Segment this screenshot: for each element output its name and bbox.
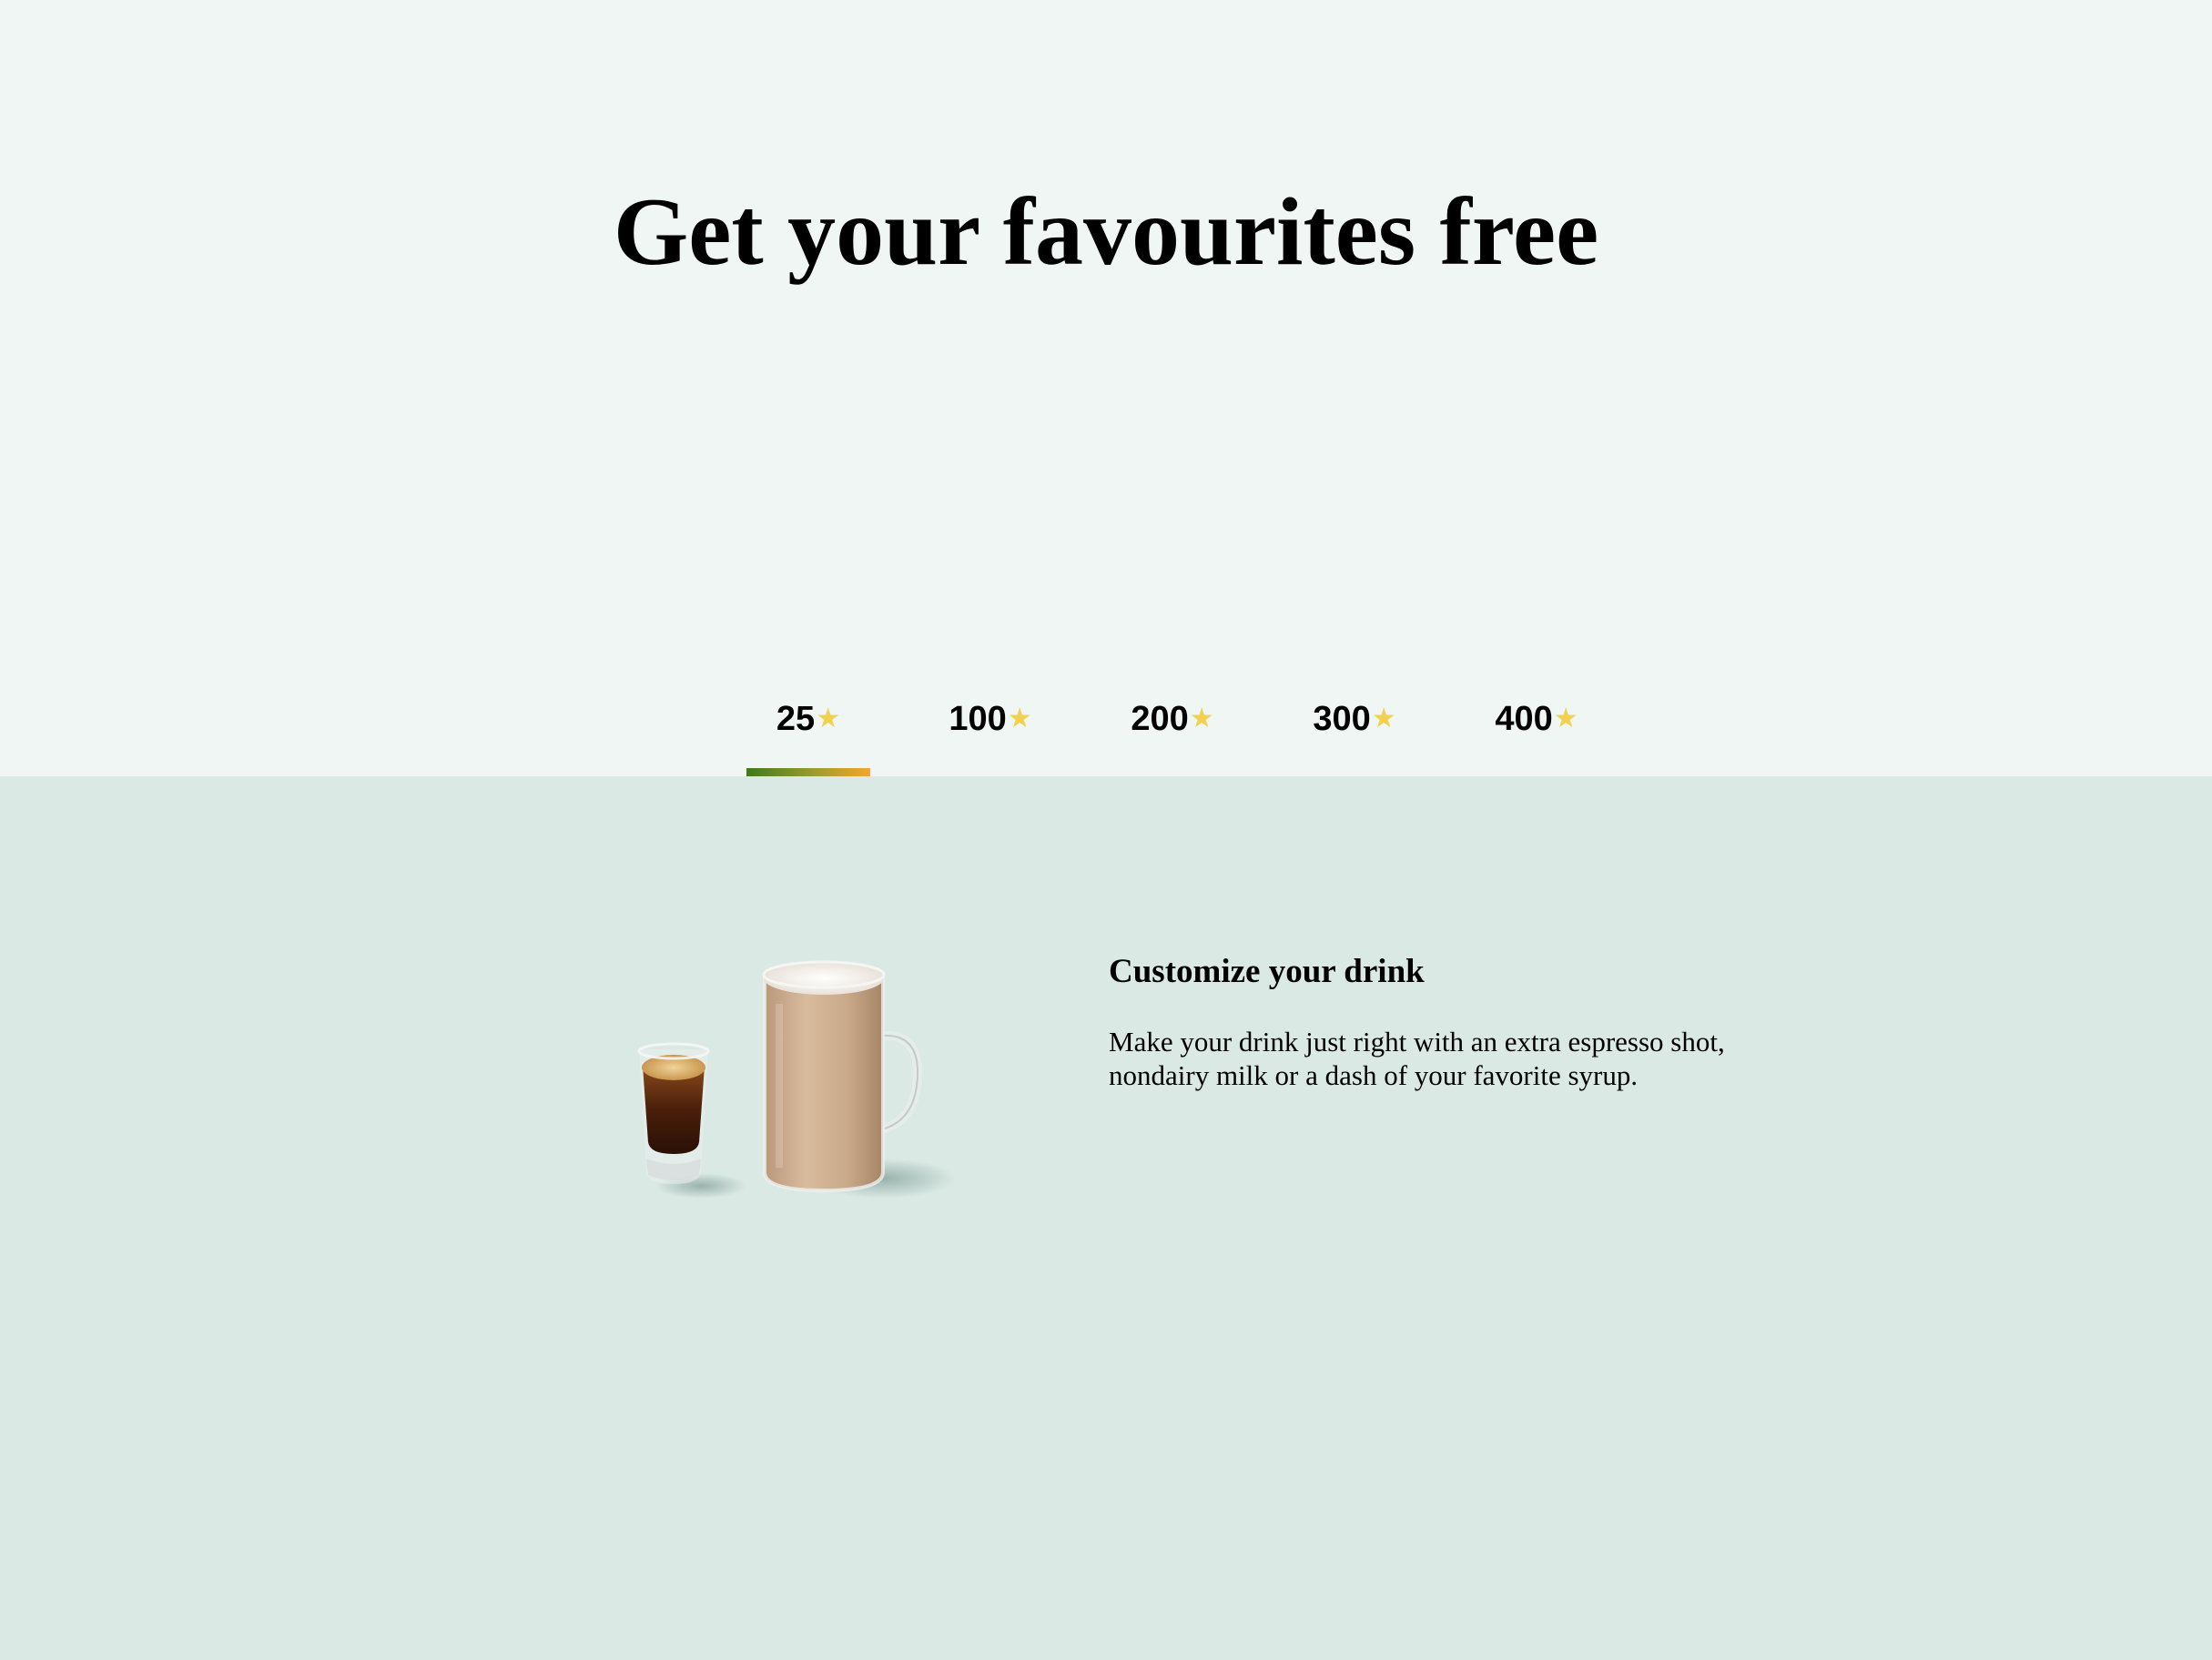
reward-title: Customize your drink: [1109, 953, 1425, 990]
star-icon: ★: [1371, 703, 1396, 734]
tab-value: 400: [1495, 700, 1553, 738]
star-icon: ★: [1553, 703, 1578, 734]
tab-value: 200: [1131, 700, 1189, 738]
tab-200-stars[interactable]: 200 ★: [1111, 692, 1234, 776]
selected-tab-indicator: [746, 768, 870, 776]
star-icon: ★: [1189, 703, 1214, 734]
reward-description: Make your drink just right with an extra…: [1109, 1026, 1725, 1091]
tab-400-stars[interactable]: 400 ★: [1475, 692, 1598, 776]
star-icon: ★: [816, 703, 841, 734]
star-tier-tabs: 25 ★ 100 ★ 200 ★ 300 ★ 400 ★: [0, 0, 2212, 776]
tab-100-stars[interactable]: 100 ★: [928, 692, 1052, 776]
tab-25-stars[interactable]: 25 ★: [746, 692, 870, 776]
tab-300-stars[interactable]: 300 ★: [1293, 692, 1416, 776]
star-icon: ★: [1007, 703, 1032, 734]
reward-panel: Customize your drink Make your drink jus…: [0, 776, 2212, 1660]
tab-value: 100: [949, 700, 1007, 738]
tab-value: 300: [1313, 700, 1371, 738]
tab-value: 25: [776, 700, 816, 738]
hero-section: Get your favourites free 25 ★ 100 ★ 200 ★ 3…: [0, 0, 2212, 776]
espresso-and-latte-image: [637, 960, 956, 1199]
